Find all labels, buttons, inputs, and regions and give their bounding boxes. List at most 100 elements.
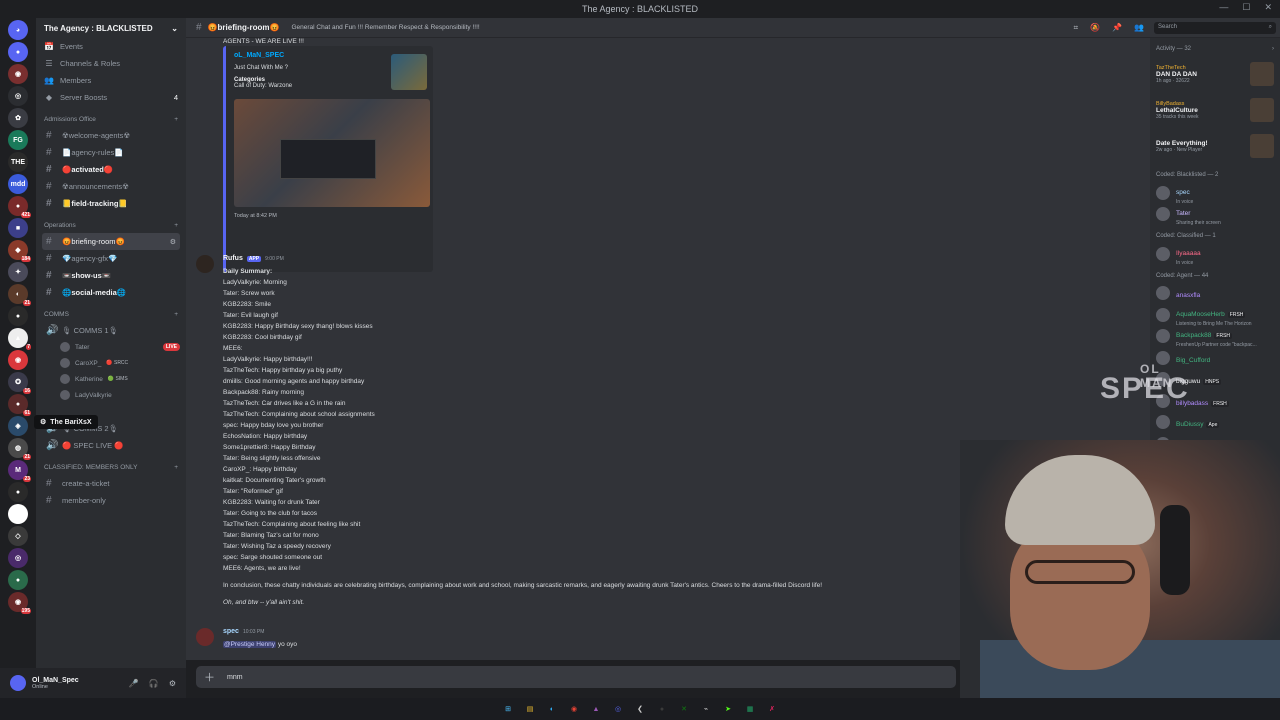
taskbar-app-icon[interactable]: ◐	[547, 704, 558, 715]
chevron-right-icon[interactable]: ›	[1272, 46, 1274, 52]
server-icon[interactable]: ◉ 195	[8, 592, 31, 614]
voice-channel-comms-1[interactable]: 🔊 🎙 COMMS 1🎙	[42, 322, 180, 339]
add-attachment-icon[interactable]: ＋	[204, 669, 215, 685]
category-comms[interactable]: COMMS +	[36, 307, 186, 322]
message-author[interactable]: Rufus	[223, 255, 243, 262]
server-icon[interactable]: ● 61	[8, 394, 31, 416]
sidebar-nav-server-boosts[interactable]: ◆ Server Boosts 4	[36, 89, 186, 106]
add-member-icon[interactable]: ⚙	[170, 238, 176, 246]
taskbar-app-icon[interactable]: ◉	[569, 704, 580, 715]
close-icon[interactable]: ✕	[1264, 2, 1272, 13]
message-composer[interactable]: ＋ mnm	[196, 666, 956, 688]
voice-user[interactable]: Katherine 🟢 SIMS	[36, 371, 186, 387]
voice-user[interactable]: Tater LIVE	[36, 339, 186, 355]
server-icon[interactable]: ☗	[8, 504, 28, 524]
taskbar-app-icon[interactable]: ⌁	[701, 704, 712, 715]
member-item[interactable]: Tater Sharing their screen	[1150, 204, 1280, 226]
text-channel[interactable]: # ☢welcome-agents☢	[42, 127, 180, 144]
plus-icon[interactable]: +	[174, 222, 178, 229]
text-channel[interactable]: # 💎agency-gfx💎	[42, 250, 180, 267]
taskbar-app-icon[interactable]: ▦	[745, 704, 756, 715]
member-item[interactable]: AquaMooseHerb FRSH Listening to Bring Me T…	[1150, 304, 1280, 327]
activity-card[interactable]: Date Everything! 2w ago · New Player	[1150, 128, 1280, 164]
avatar[interactable]	[196, 628, 214, 646]
server-icon[interactable]: ✿	[8, 108, 28, 128]
user-mention[interactable]: @Prestige Henny	[223, 641, 277, 648]
avatar[interactable]	[10, 675, 26, 691]
server-icon[interactable]: ✦	[8, 262, 28, 282]
text-channel[interactable]: # 📼show-us📼	[42, 267, 180, 284]
category-classified[interactable]: CLASSIFIED: MEMBERS ONLY +	[36, 460, 186, 475]
text-channel[interactable]: # create-a-ticket	[42, 475, 180, 492]
server-icon[interactable]: ●	[8, 482, 28, 502]
voice-user[interactable]: CaroXP_ 🔴 SRCC	[36, 355, 186, 371]
server-icon[interactable]: ◍ 21	[8, 438, 31, 460]
server-icon[interactable]: ●	[8, 570, 28, 590]
plus-icon[interactable]: +	[174, 116, 178, 123]
channel-topic[interactable]: General Chat and Fun !!! Remember Respec…	[291, 24, 479, 31]
server-icon[interactable]: M 23	[8, 460, 31, 482]
taskbar-app-icon[interactable]: ❮	[635, 704, 646, 715]
category-operations[interactable]: Operations +	[36, 218, 186, 233]
voice-user[interactable]: LadyValkyrie	[36, 387, 186, 403]
server-icon[interactable]: ● 421	[8, 196, 31, 218]
embed-image[interactable]	[234, 99, 430, 207]
server-icon[interactable]: ●	[8, 306, 28, 326]
minimize-icon[interactable]: —	[1219, 2, 1228, 13]
taskbar-app-icon[interactable]: ●	[657, 704, 668, 715]
server-icon[interactable]: ▲ 7	[8, 328, 31, 350]
gear-icon[interactable]: ⚙	[169, 679, 176, 688]
server-icon[interactable]: ◐ 21	[8, 284, 31, 306]
message-author[interactable]: spec	[223, 628, 239, 635]
text-channel[interactable]: # 😡briefing-room😡 ⚙	[42, 233, 180, 250]
avatar[interactable]	[196, 255, 214, 273]
member-item[interactable]: anasxfla	[1150, 283, 1280, 305]
server-icon[interactable]: ◉	[8, 350, 28, 370]
server-icon[interactable]: ◆ 184	[8, 240, 31, 262]
threads-icon[interactable]: ⌗	[1074, 23, 1079, 33]
voice-channel-spec-live[interactable]: 🔊 🔴 SPEC LIVE 🔴	[42, 437, 180, 454]
headphones-icon[interactable]: 🎧	[149, 679, 159, 688]
discord-home-icon[interactable]: ◕	[8, 20, 28, 40]
text-channel[interactable]: # 🌐social-media🌐	[42, 284, 180, 301]
server-icon[interactable]: ◇	[8, 526, 28, 546]
server-icon[interactable]: ●	[8, 42, 28, 62]
activity-card[interactable]: BillyBadass LethalCulture 35 tracks this w…	[1150, 92, 1280, 128]
text-channel[interactable]: # ☢announcements☢	[42, 178, 180, 195]
member-item[interactable]: BuDiussy Ape	[1150, 412, 1280, 434]
notification-bell-icon[interactable]: 🔕	[1090, 23, 1100, 33]
category-admissions[interactable]: Admissions Office +	[36, 112, 186, 127]
member-item[interactable]: Ilyaaaaa In voice	[1150, 243, 1280, 266]
activity-card[interactable]: TazTheTech DAN DA DAN 1h ago · 32622	[1150, 56, 1280, 92]
server-header[interactable]: The Agency : BLACKLISTED ⌄	[36, 18, 186, 38]
server-icon[interactable]: ◎	[8, 86, 28, 106]
member-item[interactable]: spec In voice	[1150, 182, 1280, 205]
taskbar-app-icon[interactable]: ▤	[525, 704, 536, 715]
server-icon[interactable]: ✪ 16	[8, 372, 31, 394]
taskbar-app-icon[interactable]: ➤	[723, 704, 734, 715]
pin-icon[interactable]: 📌	[1112, 23, 1122, 33]
server-icon[interactable]: ◈	[8, 416, 28, 436]
message-input[interactable]: mnm	[227, 674, 243, 681]
taskbar-app-icon[interactable]: ✗	[767, 704, 778, 715]
plus-icon[interactable]: +	[174, 311, 178, 318]
server-icon[interactable]: mdd	[8, 174, 28, 194]
taskbar-app-icon[interactable]: ⊞	[503, 704, 514, 715]
sidebar-nav-events[interactable]: 📅 Events	[36, 38, 186, 55]
text-channel[interactable]: # 📄agency-rules📄	[42, 144, 180, 161]
taskbar-app-icon[interactable]: ◎	[613, 704, 624, 715]
server-icon[interactable]: ◉	[8, 64, 28, 84]
server-icon[interactable]: THE	[8, 152, 28, 172]
server-icon[interactable]: ◎	[8, 548, 28, 568]
taskbar-app-icon[interactable]: ▲	[591, 704, 602, 715]
plus-icon[interactable]: +	[174, 464, 178, 471]
text-channel[interactable]: # 🔴activated🔴	[42, 161, 180, 178]
member-item[interactable]: Backpack88 FRSH FreshenUp Partner code "ba…	[1150, 326, 1280, 348]
text-channel[interactable]: # 📒field-tracking📒	[42, 195, 180, 212]
search-input[interactable]: Search ⌕	[1154, 22, 1276, 34]
sidebar-nav-channels-roles[interactable]: ☰ Channels & Roles	[36, 55, 186, 72]
server-icon[interactable]: ■	[8, 218, 28, 238]
maximize-icon[interactable]: ☐	[1242, 2, 1250, 13]
sidebar-nav-members[interactable]: 👥 Members	[36, 72, 186, 89]
text-channel[interactable]: # member-only	[42, 492, 180, 509]
